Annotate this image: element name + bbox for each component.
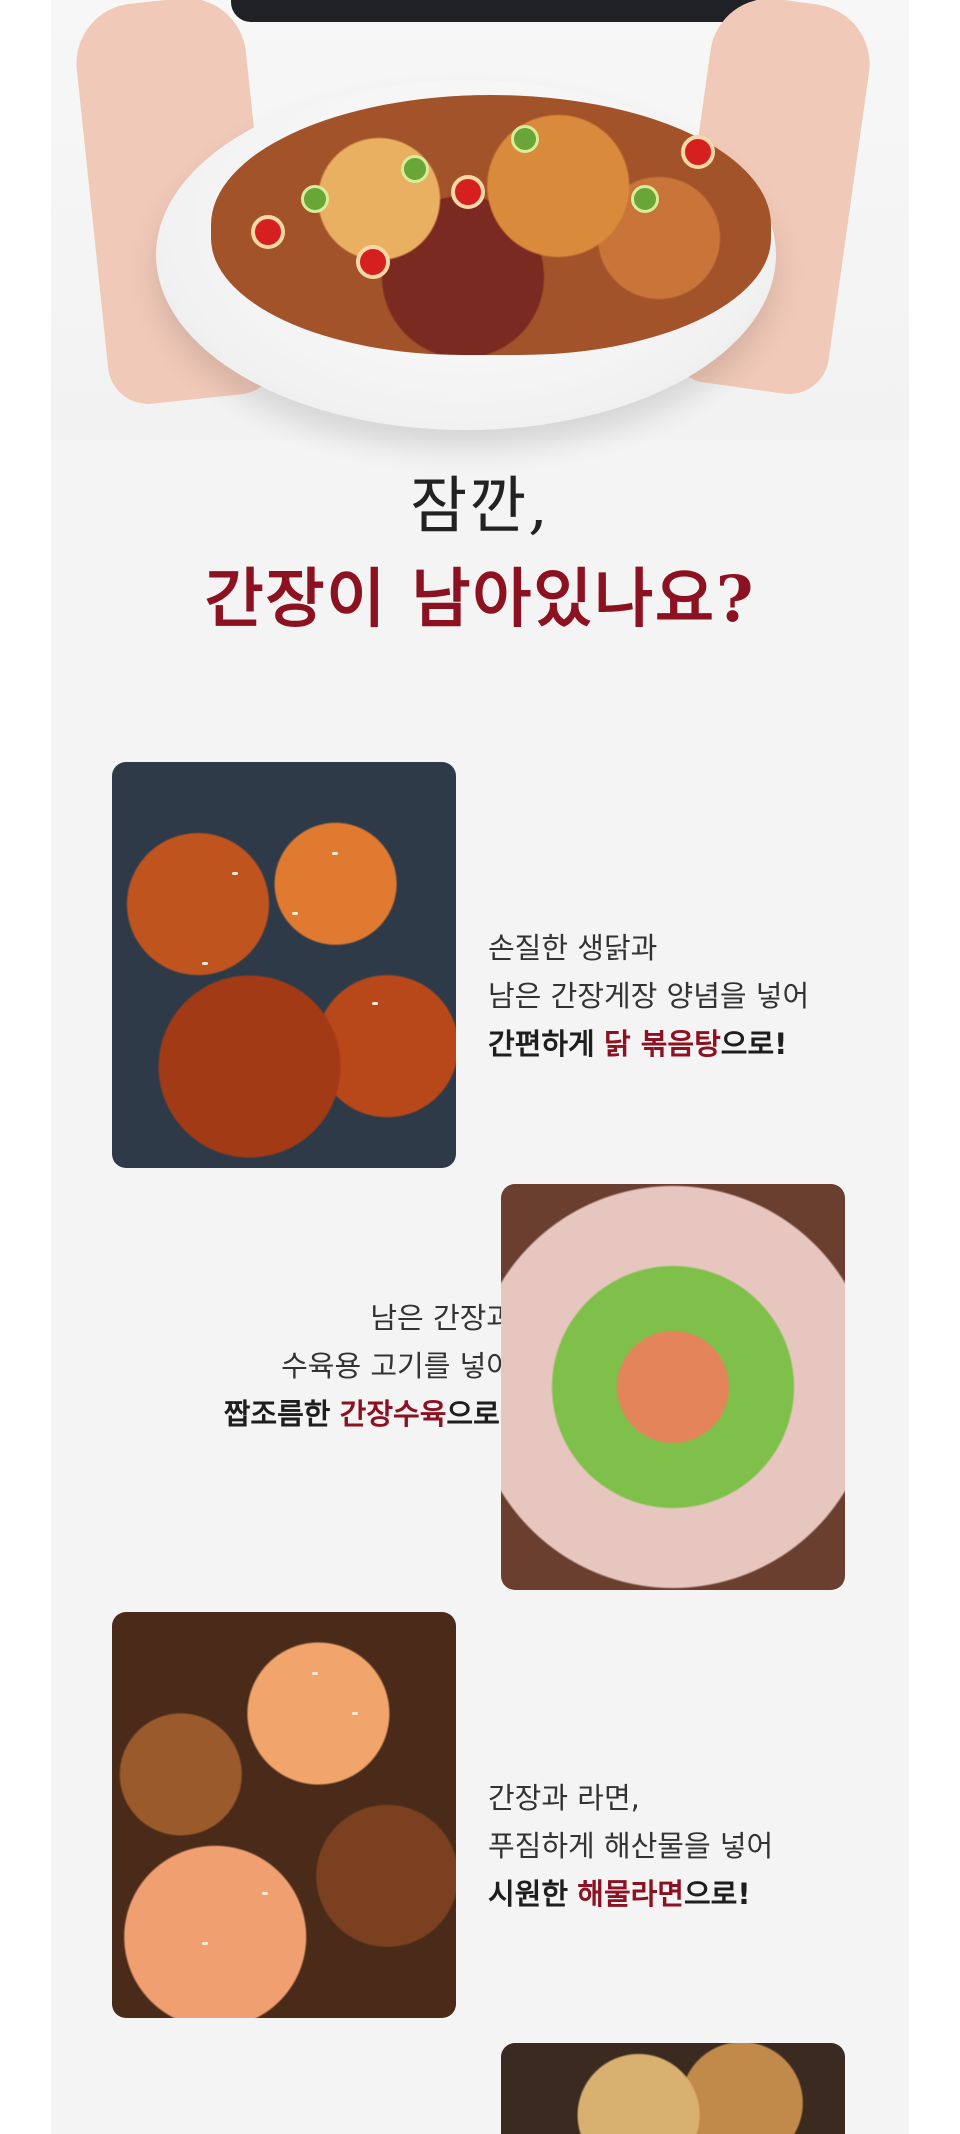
recipe-photo-next	[501, 2043, 845, 2134]
green-onion	[511, 125, 539, 153]
hero-sleeve	[231, 0, 771, 22]
chili-slice	[251, 215, 285, 249]
recipe-caption-prefix: 간편하게	[488, 1027, 595, 1061]
recipe-dish-name: 해물라면	[577, 1877, 684, 1911]
recipe-caption-line: 간장과 라면,	[488, 1781, 640, 1815]
sesame-seed	[232, 872, 238, 875]
recipe-caption-line: 짭조름한 간장수육으로!	[224, 1390, 513, 1438]
recipe-caption-3: 간장과 라면, 푸짐하게 해산물을 넣어 시원한 해물라면으로!	[488, 1774, 773, 1918]
recipe-caption-suffix: 으로!	[684, 1877, 751, 1911]
headline-question-intro: 잠깐,	[410, 469, 550, 542]
chili-slice	[451, 175, 485, 209]
green-onion	[401, 155, 429, 183]
green-onion	[631, 185, 659, 213]
green-onion	[301, 185, 329, 213]
chili-slice	[681, 135, 715, 169]
recipe-caption-line: 남은 간장게장 양념을 넣어	[488, 979, 810, 1013]
sesame-seed	[372, 1002, 378, 1005]
recipe-photo-seafood-ramen	[112, 1612, 456, 2018]
sesame-seed	[332, 852, 338, 855]
recipe-caption-prefix: 시원한	[488, 1877, 569, 1911]
product-detail-page: 잠깐, 간장이 남아있나요? 손질한 생닭과 남은 간장게장 양념을 넣어 간편…	[51, 0, 909, 2134]
recipe-dish-name: 간장수육	[339, 1397, 447, 1431]
marinated-crab-food	[211, 95, 771, 355]
recipe-caption-line: 남은 간장과	[370, 1301, 513, 1335]
hero-image	[51, 0, 909, 440]
sesame-seed	[262, 1892, 268, 1895]
sesame-seed	[292, 912, 298, 915]
chili-slice	[356, 245, 390, 279]
recipe-caption-line: 푸짐하게 해산물을 넣어	[488, 1829, 774, 1863]
recipe-caption-line: 수육용 고기를 넣어	[281, 1349, 513, 1383]
headline-question: 간장이 남아있나요?	[204, 562, 756, 637]
recipe-caption-1: 손질한 생닭과 남은 간장게장 양념을 넣어 간편하게 닭 볶음탕으로!	[488, 924, 809, 1068]
sesame-seed	[312, 1672, 318, 1675]
recipe-caption-line: 손질한 생닭과	[488, 931, 658, 965]
recipe-caption-2: 남은 간장과 수육용 고기를 넣어 짭조름한 간장수육으로!	[224, 1294, 513, 1438]
recipe-caption-line: 시원한 해물라면으로!	[488, 1870, 773, 1918]
sesame-seed	[202, 962, 208, 965]
recipe-caption-line: 간편하게 닭 볶음탕으로!	[488, 1020, 809, 1068]
recipe-caption-suffix: 으로!	[720, 1027, 788, 1061]
recipe-caption-prefix: 짭조름한	[223, 1397, 331, 1431]
recipe-photo-braised-chicken	[112, 762, 456, 1168]
recipe-photo-boiled-pork	[501, 1184, 845, 1590]
sesame-seed	[202, 1942, 208, 1945]
recipe-dish-name: 닭 볶음탕	[603, 1027, 721, 1061]
sesame-seed	[352, 1712, 358, 1715]
